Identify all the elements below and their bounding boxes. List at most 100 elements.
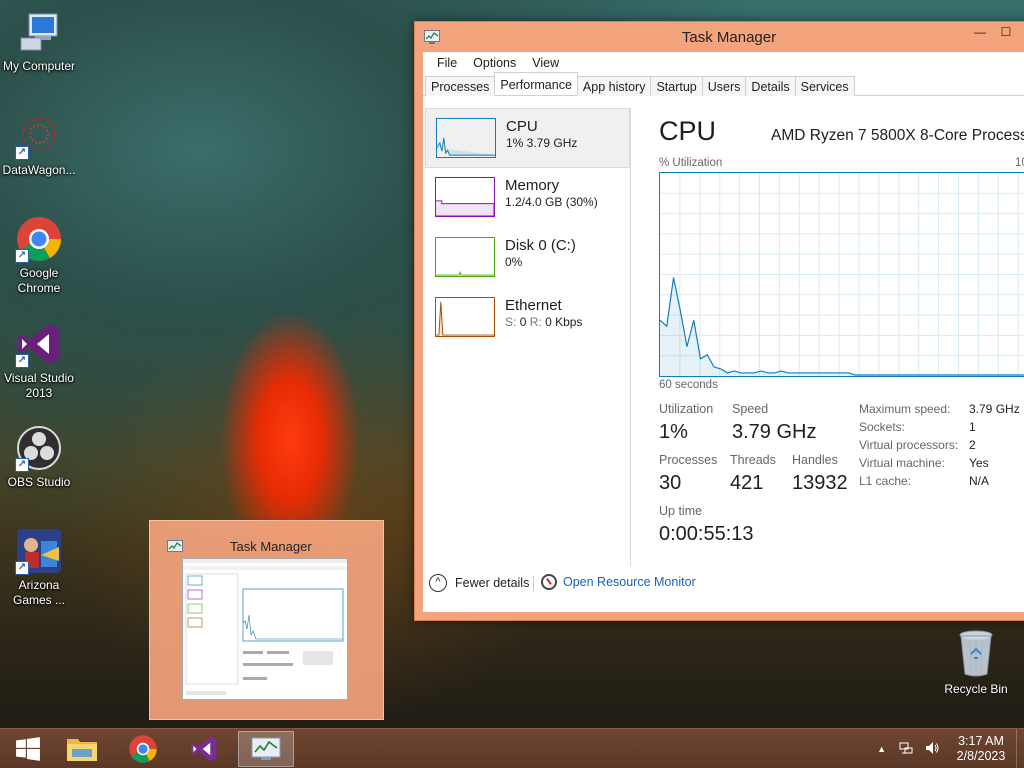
handles-value: 13932	[792, 472, 848, 494]
volume-icon[interactable]	[918, 740, 946, 759]
task-manager-icon	[251, 737, 281, 760]
cpu-usage-line	[660, 277, 1024, 376]
desktop-icon-arizona-games[interactable]: ↗ Arizona Games ...	[0, 527, 78, 608]
resource-item-memory[interactable]: Memory 1.2/4.0 GB (30%)	[425, 168, 630, 228]
spec-virtual-processors-value: 2	[969, 438, 976, 452]
visual-studio-icon: ↗	[15, 320, 63, 368]
tab-app-history[interactable]: App history	[576, 76, 652, 96]
taskbar-visual-studio[interactable]	[176, 731, 232, 767]
cpu-utilization-graph	[659, 172, 1024, 377]
disk-mini-line	[436, 270, 494, 276]
title-bar[interactable]: Task Manager — ☐	[415, 22, 1024, 52]
receive-label: R:	[529, 315, 542, 329]
desktop-icon-recycle-bin[interactable]: Recycle Bin	[938, 630, 1014, 696]
minimize-button[interactable]: —	[967, 24, 993, 42]
cpu-mini-graph	[436, 118, 496, 158]
taskbar-file-explorer[interactable]	[54, 731, 110, 767]
menu-file[interactable]: File	[429, 56, 465, 70]
tab-startup[interactable]: Startup	[650, 76, 703, 96]
tab-processes[interactable]: Processes	[425, 76, 496, 96]
maximize-button[interactable]: ☐	[993, 24, 1019, 42]
threads-label: Threads	[730, 453, 776, 467]
network-icon[interactable]	[894, 740, 918, 759]
desktop-icon-datawagon[interactable]: ↗ DataWagon...	[0, 112, 78, 178]
system-tray: ▲ 3:17 AM 2/8/2023	[869, 729, 1024, 768]
computer-icon	[15, 8, 63, 56]
desktop-icon-visual-studio[interactable]: ↗ Visual Studio 2013	[0, 320, 78, 401]
taskbar-task-manager[interactable]	[238, 731, 294, 767]
shortcut-arrow-icon: ↗	[15, 561, 29, 575]
shortcut-arrow-icon: ↗	[15, 146, 29, 160]
taskbar: ▲ 3:17 AM 2/8/2023	[0, 728, 1024, 768]
resource-monitor-icon	[541, 574, 557, 590]
task-manager-window[interactable]: Task Manager — ☐ File Options View Proce…	[414, 21, 1024, 621]
show-hidden-icons-button[interactable]: ▲	[869, 744, 894, 754]
cpu-usage-area	[660, 277, 1024, 376]
tab-services[interactable]: Services	[794, 76, 855, 96]
utilization-value: 1%	[659, 421, 688, 443]
tab-details[interactable]: Details	[745, 76, 796, 96]
start-button[interactable]	[0, 731, 56, 767]
show-desktop-button[interactable]	[1016, 729, 1024, 768]
speed-label: Speed	[732, 402, 769, 416]
clock-date: 2/8/2023	[956, 749, 1006, 763]
task-manager-icon	[167, 540, 183, 554]
resource-name: Disk 0 (C:)	[505, 237, 576, 254]
resource-name: Memory	[505, 177, 560, 194]
uptime-value: 0:00:55:13	[659, 523, 754, 545]
open-resource-monitor-label: Open Resource Monitor	[563, 575, 696, 589]
open-resource-monitor-link[interactable]: Open Resource Monitor	[541, 574, 696, 590]
obs-icon: ↗	[15, 424, 63, 472]
desktop-icon-obs-studio[interactable]: ↗ OBS Studio	[0, 424, 78, 490]
tab-performance[interactable]: Performance	[494, 72, 578, 95]
task-manager-client: File Options View Processes Performance …	[423, 52, 1024, 612]
menu-bar: File Options View	[423, 52, 1024, 74]
recycle-bin-label: Recycle Bin	[944, 682, 1008, 696]
clock[interactable]: 3:17 AM 2/8/2023	[946, 734, 1016, 764]
resource-item-disk[interactable]: Disk 0 (C:) 0%	[425, 228, 630, 288]
desktop-icon-label: My Computer	[2, 59, 76, 73]
desktop-icon-my-computer[interactable]: My Computer	[0, 8, 78, 74]
detail-title: CPU	[659, 116, 717, 146]
spec-sockets-label: Sockets:	[859, 420, 906, 434]
desktop-icon-label: OBS Studio	[7, 475, 71, 489]
menu-view[interactable]: View	[524, 56, 567, 70]
desktop-icon-label: DataWagon...	[2, 163, 76, 177]
receive-value: 0 Kbps	[545, 315, 583, 329]
utilization-label: Utilization	[659, 402, 714, 416]
chevron-up-icon: ^	[429, 574, 447, 592]
datawagon-icon: ↗	[15, 112, 63, 160]
cpu-mini-line	[437, 137, 495, 156]
taskbar-google-chrome[interactable]	[115, 731, 171, 767]
visual-studio-icon	[190, 736, 217, 762]
tab-users[interactable]: Users	[701, 76, 747, 96]
tab-strip: Processes Performance App history Startu…	[423, 72, 1024, 96]
resource-item-cpu[interactable]: CPU 1% 3.79 GHz	[425, 108, 630, 168]
send-label: S:	[505, 315, 517, 329]
recycle-bin-icon	[956, 630, 996, 678]
handles-label: Handles	[792, 453, 838, 467]
fewer-details-button[interactable]: ^ Fewer details	[429, 574, 529, 592]
memory-mini-line	[436, 200, 494, 216]
utilization-axis-max: 100%	[1015, 157, 1024, 169]
resource-item-ethernet[interactable]: Ethernet S: 0 R: 0 Kbps	[425, 288, 630, 348]
desktop-icon-google-chrome[interactable]: ↗ Google Chrome	[0, 215, 78, 296]
resource-summary: 0%	[505, 255, 523, 269]
processes-label: Processes	[659, 453, 718, 467]
desktop-icon-label: Arizona Games ...	[12, 578, 65, 607]
footer-divider	[533, 576, 534, 592]
resource-name: CPU	[506, 118, 538, 135]
ethernet-mini-graph	[435, 297, 495, 337]
send-value: 0	[519, 315, 527, 329]
menu-options[interactable]: Options	[465, 56, 524, 70]
disk-mini-graph	[435, 237, 495, 277]
chrome-icon	[129, 735, 157, 763]
time-axis-label: 60 seconds	[659, 379, 718, 391]
taskbar-thumbnail-preview[interactable]: Task Manager	[149, 520, 384, 720]
speed-value: 3.79 GHz	[732, 421, 817, 443]
cpu-detail-pane: CPU AMD Ryzen 7 5800X 8-Core Processor %…	[657, 108, 1024, 566]
graph-grid	[660, 173, 1024, 376]
resource-name: Ethernet	[505, 297, 562, 314]
uptime-label: Up time	[659, 504, 703, 518]
spec-max-speed-value: 3.79 GHz	[969, 402, 1020, 416]
